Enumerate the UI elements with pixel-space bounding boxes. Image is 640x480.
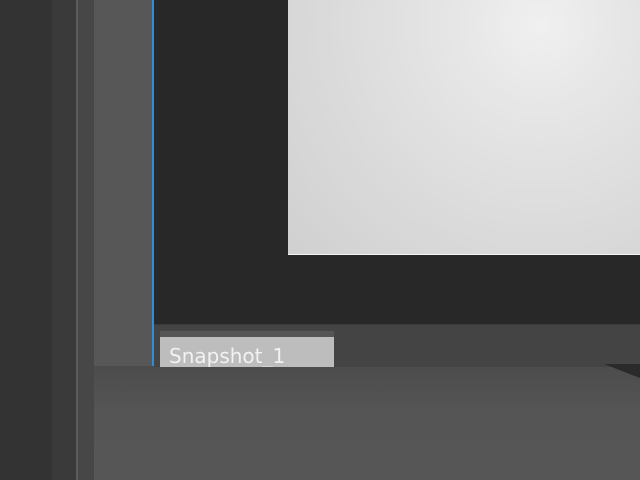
left-panel: [0, 0, 52, 480]
snapshot-viewport[interactable]: [154, 0, 640, 324]
render-preview-image: [288, 0, 640, 255]
tab-snapshot-1[interactable]: Snapshot_1: [160, 331, 334, 367]
panel-splitter[interactable]: [76, 0, 94, 480]
snapshot-tab-strip: Snapshot_1: [154, 324, 640, 367]
workspace-lower-area: [94, 366, 640, 480]
panel-gutter: [52, 0, 76, 480]
window-resize-corner[interactable]: [604, 364, 640, 378]
editor-workspace: Snapshot_1: [0, 0, 640, 480]
snapshot-window[interactable]: Snapshot_1: [152, 0, 640, 367]
tab-label: Snapshot_1: [169, 344, 286, 367]
